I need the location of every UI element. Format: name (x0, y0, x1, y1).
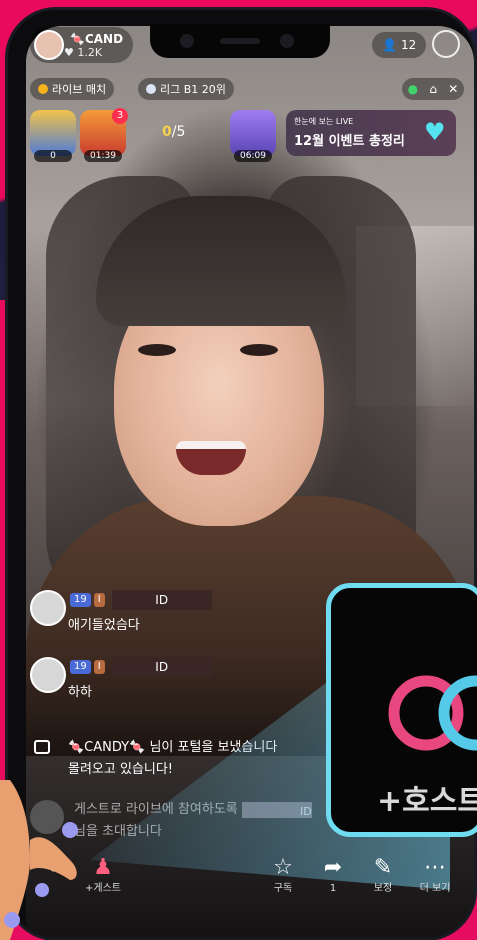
eye-right (240, 344, 278, 356)
share-label: 1 (329, 883, 337, 894)
event-banner[interactable]: 한눈에 보는 LIVE 12월 이벤트 총정리 ♥ (286, 110, 456, 156)
viewer-count-pill[interactable]: 👤 12 (372, 32, 427, 58)
event-title: 12월 이벤트 총정리 (294, 134, 405, 149)
live-match-label: 라이브 매치 (52, 83, 107, 96)
follower-count: 1.2K (77, 45, 103, 59)
invite-line-1: 게스트로 라이브에 참여하도록 (74, 802, 238, 817)
share-arrow-icon: ➦ (323, 855, 343, 880)
home-icon: ⌂ (429, 82, 437, 96)
gift-crown-timer: 06:09 (234, 150, 272, 162)
chat-text: 하하 (68, 685, 92, 700)
boost-button[interactable]: ✎ 보정 (358, 855, 408, 897)
live-match-chip[interactable]: 라이브 매치 (30, 78, 115, 100)
streamer-info[interactable]: 🍬CAND ♥ 1.2K (30, 27, 134, 63)
viewer-count: 12 (400, 38, 417, 52)
pointing-hand (0, 780, 78, 940)
gift-trophy[interactable]: 0 (30, 110, 76, 162)
system-line-1: 🍬CANDY🍬 님이 포털을 보냈습니다 (68, 740, 278, 755)
league-chip[interactable]: 리그 B1 20위 (138, 78, 234, 100)
gift-trophy-label: 0 (34, 150, 72, 162)
chat-avatar[interactable] (30, 590, 66, 626)
user-id[interactable]: ID (111, 590, 212, 610)
gift-box-icon (34, 740, 50, 754)
heart-badge: I (93, 593, 105, 607)
speaker-bar (220, 38, 260, 44)
more-button[interactable]: ⋯ 더 보기 (410, 855, 460, 897)
level-badge: 19 (70, 593, 91, 607)
subscribe-button[interactable]: ☆ 구독 (258, 855, 308, 897)
heart-icon: ♥ (64, 45, 74, 59)
mission-progress[interactable]: 0/5 (162, 124, 185, 140)
star-plus-icon: ☆ (273, 855, 293, 880)
camera-dot (180, 34, 194, 48)
progress-current: 0 (162, 124, 172, 140)
streamer-name: CAND (84, 31, 124, 46)
progress-total: /5 (171, 124, 186, 140)
top-right-pill[interactable]: ● ⌂ ✕ (402, 78, 464, 100)
gift-box-badge: 3 (112, 108, 128, 124)
bottom-toolbar: ∞ ♟ +게스트 ☆ 구독 ➦ 1 ✎ 보정 ⋯ 더 보기 (26, 855, 466, 915)
level-badge: 19 (70, 660, 91, 674)
person-icon: 👤 (382, 38, 397, 52)
event-subtitle: 한눈에 보는 LIVE (294, 117, 354, 126)
zoom-host-label: +호스트 (377, 784, 477, 819)
close-button[interactable] (432, 30, 460, 58)
more-label: 더 보기 (419, 883, 451, 894)
ellipsis-icon: ⋯ (424, 855, 446, 880)
invite-user-id: ID (241, 801, 312, 818)
gift-crown[interactable]: 06:09 (230, 110, 276, 162)
zoom-callout: +호스트 (326, 583, 477, 837)
chat-text: 애기들었슴다 (68, 618, 140, 633)
eye-left (138, 344, 176, 356)
diamond-icon (146, 84, 156, 94)
gift-box-timer: 01:39 (84, 150, 122, 162)
sensor-dot (280, 34, 294, 48)
boost-label: 보정 (373, 883, 393, 894)
chat-avatar[interactable] (30, 657, 66, 693)
status-dot-icon: ● (407, 82, 419, 96)
heart-icon: ♥ (424, 118, 446, 146)
league-label: 리그 B1 20위 (160, 83, 226, 96)
subscribe-label: 구독 (273, 883, 293, 894)
heart-badge: I (93, 660, 105, 674)
phone-notch (150, 24, 330, 58)
close-small-icon: ✕ (448, 82, 459, 96)
share-button[interactable]: ➦ 1 (308, 855, 358, 897)
user-id[interactable]: ID (111, 657, 212, 677)
match-icon (38, 84, 48, 94)
magic-wand-icon: ✎ (373, 855, 393, 880)
candy-icon: 🍬 (70, 31, 85, 46)
streamer-avatar[interactable] (34, 30, 64, 60)
